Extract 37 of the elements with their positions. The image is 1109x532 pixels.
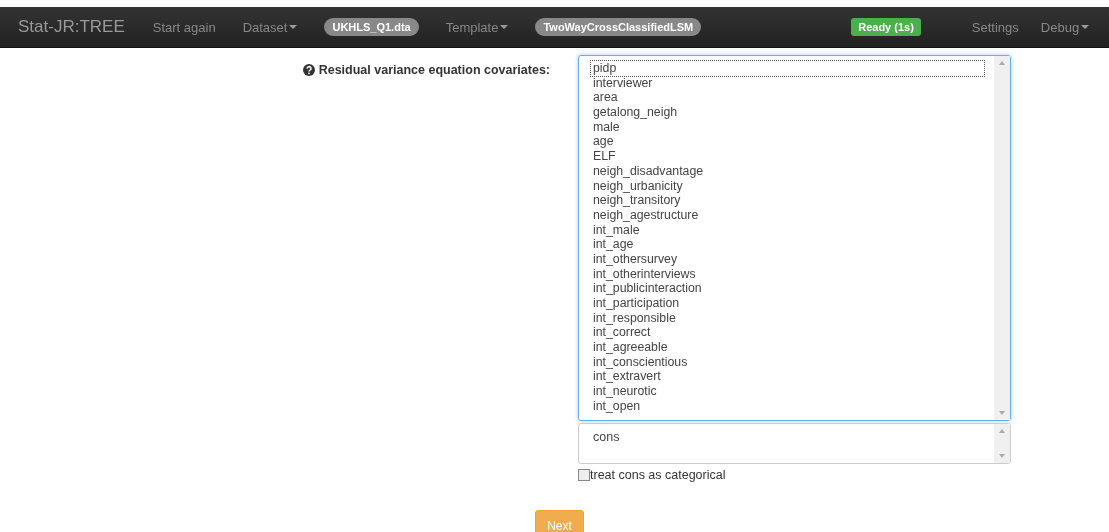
nav-link[interactable]: Start again	[152, 19, 216, 35]
list-option[interactable]: neigh_urbanicity	[591, 178, 984, 194]
checkbox-label: treat cons as categorical	[590, 468, 726, 482]
list-option[interactable]: int_male	[591, 222, 984, 238]
list-option[interactable]: int_open	[591, 398, 984, 414]
app-brand[interactable]: Stat-JR:TREE	[18, 17, 125, 37]
list-option[interactable]: int_responsible	[591, 310, 984, 326]
list-option[interactable]: neigh_transitory	[591, 193, 984, 208]
list-option[interactable]: neigh_agestructure	[591, 207, 984, 223]
list-option[interactable]: int_conscientious	[591, 354, 984, 370]
field-label: Residual variance equation covariates:	[318, 63, 550, 77]
list-option[interactable]: ELF	[591, 149, 984, 164]
nav-dropdown[interactable]: Template	[445, 19, 509, 35]
list-option[interactable]: interviewer	[591, 75, 984, 91]
list-option[interactable]: age	[591, 134, 984, 150]
list-option[interactable]: int_otherinterviews	[591, 266, 984, 282]
list-option[interactable]: area	[591, 90, 984, 106]
nav-dropdown[interactable]: Dataset	[242, 19, 298, 35]
constant-listbox[interactable]: cons	[578, 423, 1011, 464]
nav-link[interactable]: Settings	[971, 19, 1019, 35]
selection-badge: TwoWayCrossClassifiedLSM	[535, 18, 702, 36]
list-option[interactable]: int_agreeable	[591, 340, 984, 355]
list-option[interactable]: int_correct	[591, 325, 984, 341]
list-option[interactable]: int_neurotic	[591, 384, 984, 399]
list-option[interactable]: getalong_neigh	[591, 105, 984, 120]
list-option[interactable]: pidp	[591, 61, 984, 76]
list-option[interactable]: int_extravert	[591, 369, 984, 385]
list-option[interactable]: int_othersurvey	[591, 251, 984, 267]
list-option[interactable]: neigh_disadvantage	[591, 163, 984, 179]
status-badge: Ready (1s)	[851, 18, 921, 36]
list-option[interactable]: int_publicinteraction	[591, 281, 984, 296]
list-option[interactable]: int_participation	[591, 296, 984, 311]
list-option[interactable]: cons	[591, 429, 984, 444]
selection-badge: UKHLS_Q1.dta	[324, 18, 419, 36]
list-option[interactable]: int_age	[591, 237, 984, 252]
list-option[interactable]: male	[591, 119, 984, 135]
nav-dropdown[interactable]: Debug	[1040, 19, 1090, 35]
